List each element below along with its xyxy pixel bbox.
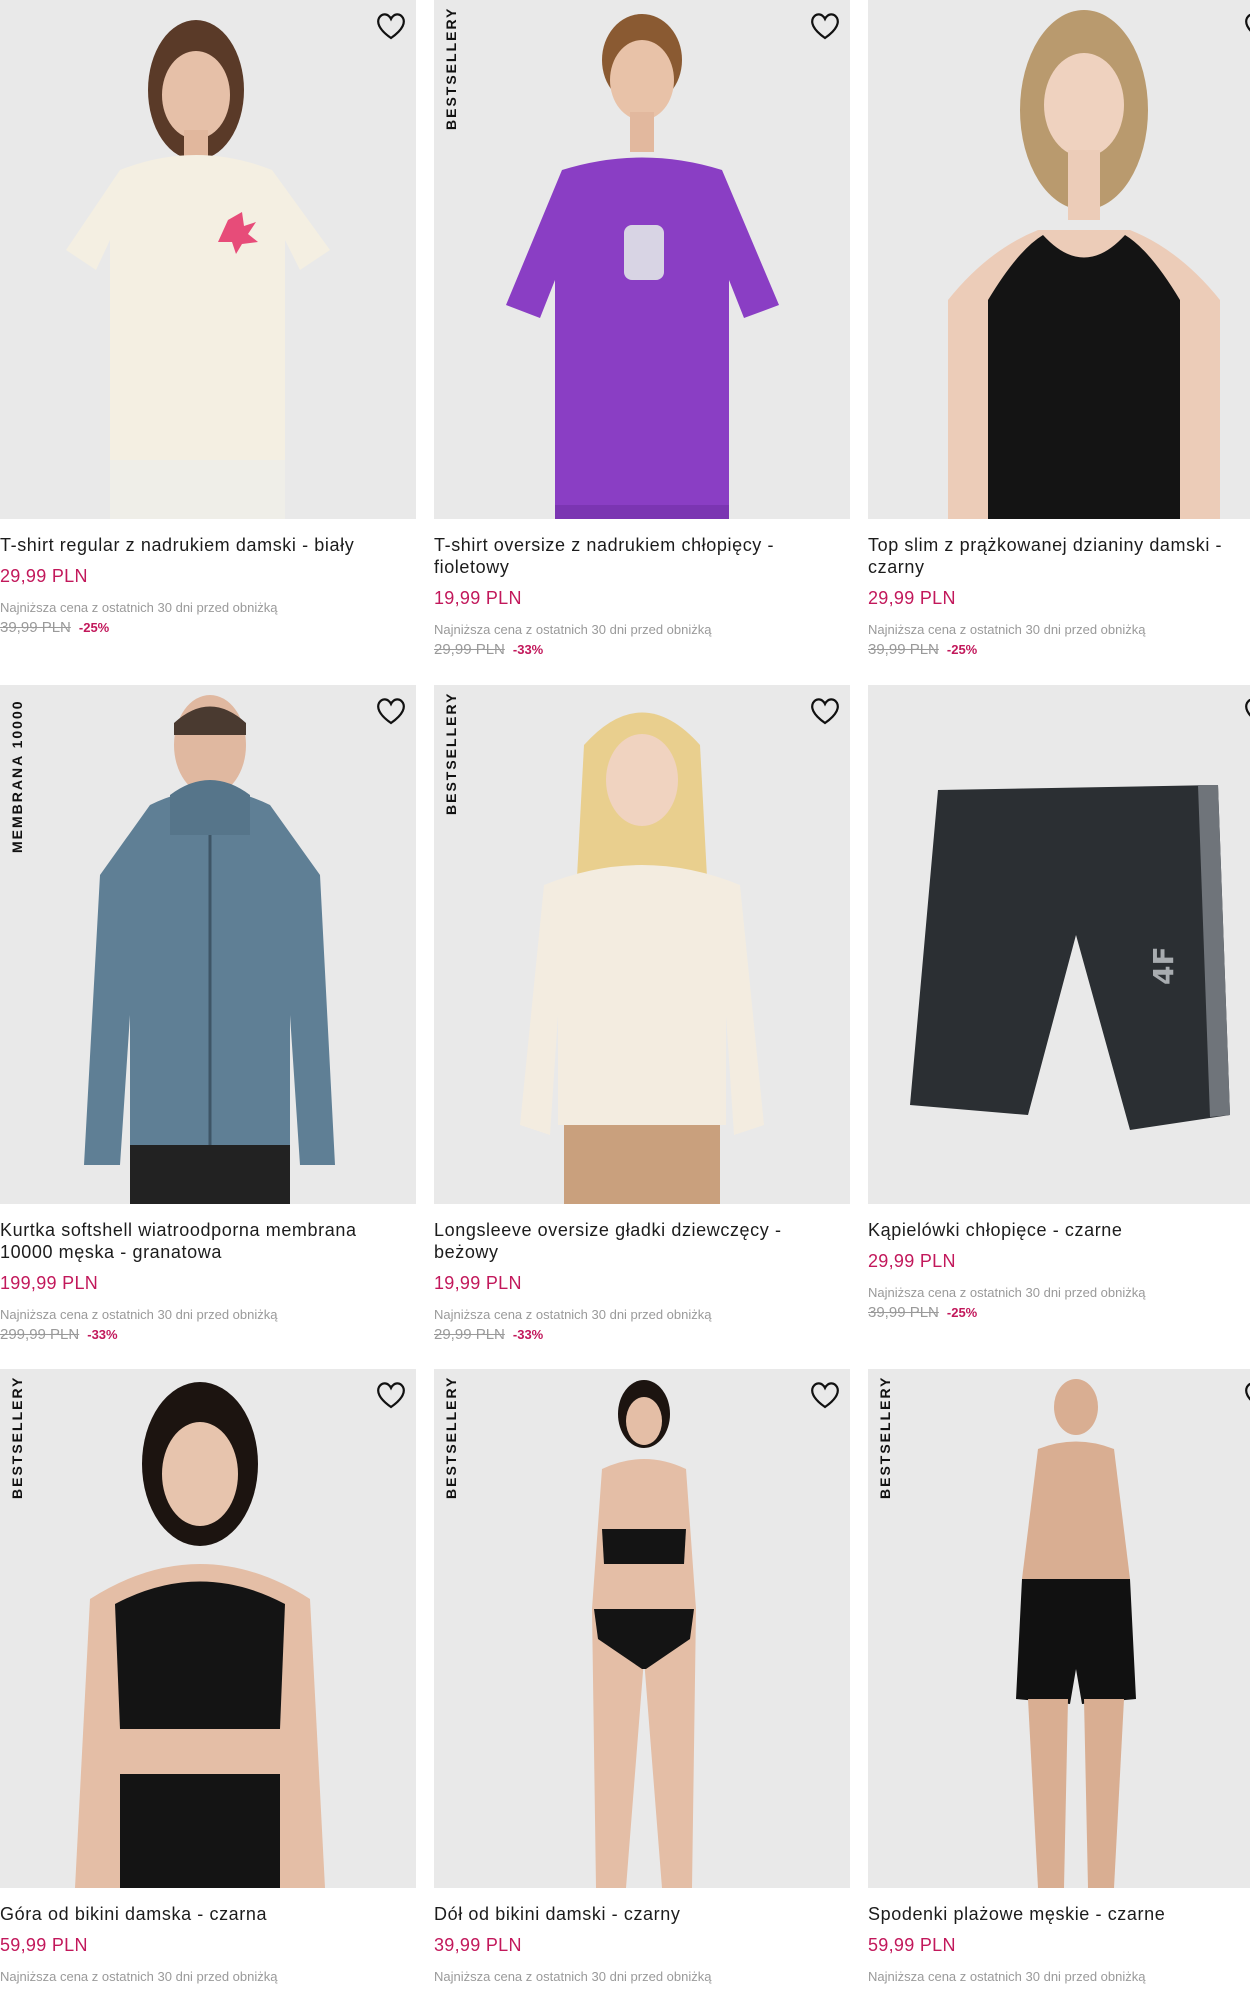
old-price-row: 39,99 PLN -25%	[0, 619, 109, 637]
badge-label: MEMBRANA 10000	[9, 699, 25, 853]
old-price-row: 39,99 PLN -25%	[868, 1304, 977, 1322]
product-card[interactable]: 4F Kąpielówki chłopięce - czarne 29,99 P…	[868, 685, 1250, 1365]
product-photo-bikini-bottom	[592, 1380, 696, 1888]
wishlist-button[interactable]	[374, 695, 408, 727]
old-price-row: 29,99 PLN -33%	[434, 1326, 543, 1344]
product-price: 29,99 PLN	[868, 1251, 956, 1271]
discount-badge: -25%	[946, 642, 978, 657]
product-card[interactable]: MEMBRANA 10000 Kurtka softshell wiatrood…	[0, 685, 416, 1365]
badge-label: BESTSELLERY	[443, 1375, 459, 1499]
product-card[interactable]: BESTSELLERY Spodenki plażowe męskie - cz…	[868, 1369, 1250, 1992]
old-price: 29,99 PLN	[434, 641, 505, 658]
product-price: 59,99 PLN	[0, 1935, 88, 1955]
product-card[interactable]: Top slim z prążkowanej dzianiny damski -…	[868, 0, 1250, 680]
product-name[interactable]: T-shirt oversize z nadrukiem chłopięcy -…	[434, 534, 834, 578]
heart-outline-icon	[1245, 1382, 1250, 1401]
lowest-price-label: Najniższa cena z ostatnich 30 dni przed …	[434, 1307, 712, 1322]
heart-outline-icon	[377, 698, 405, 725]
wishlist-button[interactable]	[374, 1379, 408, 1411]
product-price: 19,99 PLN	[434, 588, 522, 608]
product-card[interactable]: BESTSELLERY Dół od bikini damski - czarn…	[434, 1369, 850, 1992]
product-photo-beach-shorts	[1016, 1379, 1136, 1888]
heart-outline-icon	[811, 698, 839, 725]
discount-badge: -33%	[512, 642, 544, 657]
old-price: 39,99 PLN	[868, 1304, 939, 1321]
product-image[interactable]: BESTSELLERY	[0, 1369, 416, 1888]
product-price: 29,99 PLN	[868, 588, 956, 608]
heart-outline-icon	[811, 1382, 839, 1409]
product-photo-top-black	[948, 10, 1220, 519]
product-card[interactable]: BESTSELLERY Góra od bikini damska - czar…	[0, 1369, 416, 1992]
heart-outline-icon	[1245, 13, 1250, 32]
old-price-row: 39,99 PLN -25%	[868, 641, 977, 659]
wishlist-button[interactable]	[808, 695, 842, 727]
lowest-price-label: Najniższa cena z ostatnich 30 dni przed …	[0, 1969, 278, 1984]
product-name[interactable]: Longsleeve oversize gładki dziewczęcy - …	[434, 1219, 834, 1263]
heart-outline-icon	[1245, 698, 1250, 717]
product-photo-longsleeve-beige	[520, 712, 764, 1204]
product-price: 19,99 PLN	[434, 1273, 522, 1293]
badge-label: BESTSELLERY	[877, 1375, 893, 1499]
product-name[interactable]: Top slim z prążkowanej dzianiny damski -…	[868, 534, 1250, 578]
product-card[interactable]: BESTSELLERY T-shirt oversize z nadrukiem…	[434, 0, 850, 680]
product-price: 199,99 PLN	[0, 1273, 99, 1293]
product-price: 29,99 PLN	[0, 566, 88, 586]
product-photo-softshell-jacket	[84, 695, 335, 1204]
heart-outline-icon	[377, 13, 405, 40]
wishlist-button[interactable]	[808, 1379, 842, 1411]
old-price: 39,99 PLN	[0, 619, 71, 636]
product-card[interactable]: BESTSELLERY Longsleeve oversize gładki d…	[434, 685, 850, 1365]
svg-text:4F: 4F	[1147, 946, 1180, 985]
old-price: 299,99 PLN	[0, 1326, 80, 1343]
product-photo-tshirt-white	[66, 20, 330, 519]
product-card[interactable]: T-shirt regular z nadrukiem damski - bia…	[0, 0, 416, 680]
badge-label: BESTSELLERY	[443, 691, 459, 815]
lowest-price-label: Najniższa cena z ostatnich 30 dni przed …	[868, 1969, 1146, 1984]
product-photo-tshirt-purple	[506, 14, 779, 519]
product-photo-bikini-top	[75, 1382, 325, 1888]
product-name[interactable]: Spodenki plażowe męskie - czarne	[868, 1903, 1250, 1925]
wishlist-button[interactable]	[1242, 695, 1250, 727]
old-price-row: 29,99 PLN -33%	[434, 641, 543, 659]
product-price: 59,99 PLN	[868, 1935, 956, 1955]
lowest-price-label: Najniższa cena z ostatnich 30 dni przed …	[434, 622, 712, 637]
wishlist-button[interactable]	[1242, 1379, 1250, 1411]
product-image[interactable]: BESTSELLERY	[868, 1369, 1250, 1888]
old-price: 29,99 PLN	[434, 1326, 505, 1343]
product-image[interactable]	[0, 0, 416, 519]
product-name[interactable]: Kurtka softshell wiatroodporna membrana …	[0, 1219, 400, 1263]
product-price: 39,99 PLN	[434, 1935, 522, 1955]
product-image[interactable]	[868, 0, 1250, 519]
lowest-price-label: Najniższa cena z ostatnich 30 dni przed …	[0, 1307, 278, 1322]
old-price: 39,99 PLN	[868, 641, 939, 658]
product-name[interactable]: Góra od bikini damska - czarna	[0, 1903, 400, 1925]
lowest-price-label: Najniższa cena z ostatnich 30 dni przed …	[0, 600, 278, 615]
wishlist-button[interactable]	[374, 10, 408, 42]
wishlist-button[interactable]	[808, 10, 842, 42]
product-photo-swim-shorts: 4F	[910, 785, 1230, 1130]
discount-badge: -33%	[87, 1327, 118, 1342]
product-image[interactable]: BESTSELLERY	[434, 0, 850, 519]
lowest-price-label: Najniższa cena z ostatnich 30 dni przed …	[868, 1285, 1146, 1300]
product-name[interactable]: Kąpielówki chłopięce - czarne	[868, 1219, 1250, 1241]
lowest-price-label: Najniższa cena z ostatnich 30 dni przed …	[868, 622, 1146, 637]
product-image[interactable]: BESTSELLERY	[434, 685, 850, 1204]
discount-badge: -33%	[512, 1327, 544, 1342]
product-image[interactable]: MEMBRANA 10000	[0, 685, 416, 1204]
product-name[interactable]: Dół od bikini damski - czarny	[434, 1903, 834, 1925]
wishlist-button[interactable]	[1242, 10, 1250, 42]
old-price-row: 299,99 PLN -33%	[0, 1326, 118, 1344]
badge-label: BESTSELLERY	[443, 6, 459, 130]
product-name[interactable]: T-shirt regular z nadrukiem damski - bia…	[0, 534, 400, 556]
heart-outline-icon	[377, 1382, 405, 1409]
badge-label: BESTSELLERY	[9, 1375, 25, 1499]
product-image[interactable]: 4F	[868, 685, 1250, 1204]
product-image[interactable]: BESTSELLERY	[434, 1369, 850, 1888]
heart-outline-icon	[811, 13, 839, 40]
lowest-price-label: Najniższa cena z ostatnich 30 dni przed …	[434, 1969, 712, 1984]
discount-badge: -25%	[78, 620, 110, 635]
discount-badge: -25%	[946, 1305, 978, 1320]
